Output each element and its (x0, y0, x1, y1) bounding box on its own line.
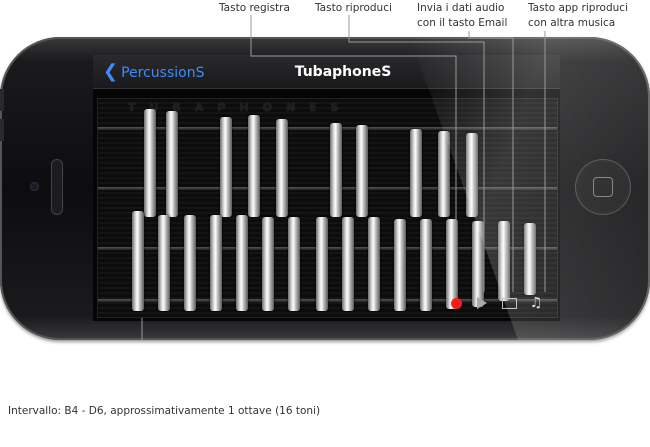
navigation-bar: ❮ PercussionS TubaphoneS (93, 55, 560, 89)
callout-music: Tasto app riproduci con altra musica (528, 1, 628, 31)
camera-icon (30, 182, 39, 191)
callout-music-line1: Tasto app riproduci (528, 2, 628, 14)
callout-email-line2: con il tasto Email (417, 17, 508, 29)
record-icon (450, 297, 462, 309)
side-button-2 (0, 119, 4, 141)
tube-bar[interactable] (342, 217, 354, 311)
tube-bar[interactable] (288, 217, 300, 311)
tube-bar[interactable] (368, 217, 380, 311)
home-button[interactable] (575, 159, 631, 215)
tube-bar[interactable] (276, 119, 288, 217)
page-title: TubaphoneS (294, 64, 392, 80)
email-button[interactable] (498, 292, 520, 314)
callout-record: Tasto registra (219, 2, 290, 14)
tube-bar[interactable] (144, 109, 156, 217)
tube-bar[interactable] (248, 115, 260, 217)
tube-bar[interactable] (316, 217, 328, 311)
callout-music-line2: con altra musica (528, 17, 616, 29)
app-screen: ❮ PercussionS TubaphoneS TUBAPHONES ♫ (93, 55, 560, 321)
tube-bar[interactable] (438, 131, 450, 217)
tube-bar[interactable] (420, 219, 432, 311)
tube-bar[interactable] (236, 215, 248, 311)
tube-bar[interactable] (184, 215, 196, 311)
tube-bar[interactable] (220, 117, 232, 217)
tube-bar[interactable] (330, 123, 342, 217)
music-note-icon: ♫ (529, 295, 543, 311)
range-caption: Intervallo: B4 - D6, approssimativamente… (8, 405, 321, 417)
tube-bar[interactable] (158, 215, 170, 311)
tube-bar[interactable] (410, 129, 422, 217)
tube-bar[interactable] (166, 111, 178, 217)
tube-bar[interactable] (132, 211, 144, 311)
callout-email: Invia i dati audio con il tasto Email (417, 1, 507, 31)
play-icon (477, 297, 487, 309)
chevron-left-icon: ❮ (103, 61, 119, 82)
tubaphone-instrument: TUBAPHONES (97, 98, 558, 318)
back-button-label: PercussionS (121, 65, 205, 81)
tube-bar[interactable] (466, 133, 478, 217)
tube-bar[interactable] (394, 219, 406, 311)
play-button[interactable] (471, 292, 493, 314)
speaker-slot (51, 159, 63, 215)
back-button[interactable]: ❮ PercussionS (103, 61, 204, 83)
tube-bar[interactable] (524, 223, 536, 295)
callout-play: Tasto riproduci (315, 2, 392, 14)
phone-device: ❮ PercussionS TubaphoneS TUBAPHONES ♫ (0, 37, 650, 340)
tube-bar[interactable] (210, 215, 222, 311)
mail-icon (501, 297, 517, 309)
tube-bar[interactable] (356, 125, 368, 217)
callout-email-line1: Invia i dati audio (417, 2, 505, 14)
side-button (0, 89, 4, 111)
music-app-button[interactable]: ♫ (525, 292, 547, 314)
record-button[interactable] (445, 292, 467, 314)
control-bar: ♫ (443, 292, 557, 316)
home-square-icon (593, 177, 613, 197)
brand-logo: TUBAPHONES (128, 101, 353, 114)
tube-bar[interactable] (498, 221, 510, 301)
tube-bar[interactable] (262, 217, 274, 311)
